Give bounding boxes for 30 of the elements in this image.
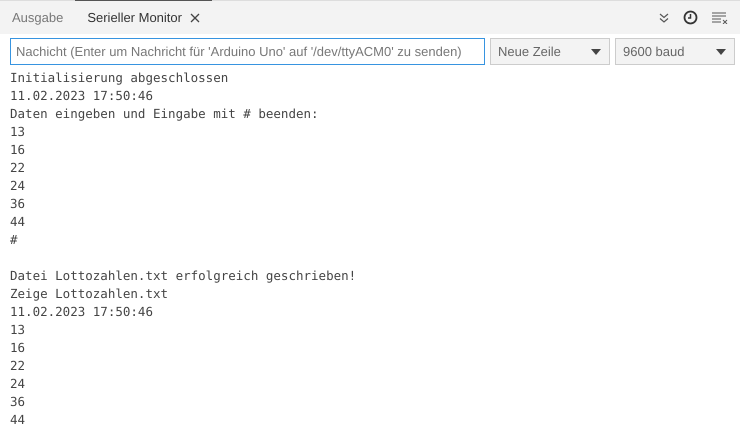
output-line: 36: [10, 394, 26, 409]
close-icon[interactable]: [190, 12, 200, 22]
output-line: 24: [10, 178, 26, 193]
output-line: Zeige Lottozahlen.txt: [10, 286, 168, 301]
caret-icon: [591, 48, 601, 54]
message-input-field[interactable]: Nachicht (Enter um Nachricht für 'Arduino Uno' auf '/dev/ttyACM0' zu senden): [10, 38, 485, 65]
output-line: Initialisierung abgeschlossen: [10, 70, 228, 85]
output-line: 11.02.2023 17:50:46: [10, 88, 153, 103]
output-line: 22: [10, 160, 26, 175]
output-line: 36: [10, 196, 26, 211]
output-line: #: [10, 232, 18, 247]
output-line: Daten eingeben und Eingabe mit # beenden:: [10, 106, 319, 121]
tab[interactable]: Serieller Monitor: [75, 0, 212, 34]
output-line: 13: [10, 322, 26, 337]
line-ending-dropdown[interactable]: Neue Zeile: [490, 38, 610, 65]
output-line: 11.02.2023 17:50:46: [10, 304, 153, 319]
baud-rate-dropdown[interactable]: 9600 baud: [615, 38, 735, 65]
output-line: 24: [10, 376, 26, 391]
output-line: 22: [10, 358, 26, 373]
output-line: 44: [10, 412, 26, 427]
clock-icon[interactable]: [683, 10, 698, 25]
clear-output-icon[interactable]: [712, 12, 728, 24]
chevrons-down-icon[interactable]: [659, 12, 669, 22]
caret-icon: [716, 48, 726, 54]
output-line: 13: [10, 124, 26, 139]
output-line: Datei Lottozahlen.txt erfolgreich geschrieben!: [10, 268, 356, 283]
tab[interactable]: Ausgabe: [0, 0, 76, 34]
output-line: 16: [10, 142, 26, 157]
output-line: 16: [10, 340, 26, 355]
output-line: 44: [10, 214, 26, 229]
